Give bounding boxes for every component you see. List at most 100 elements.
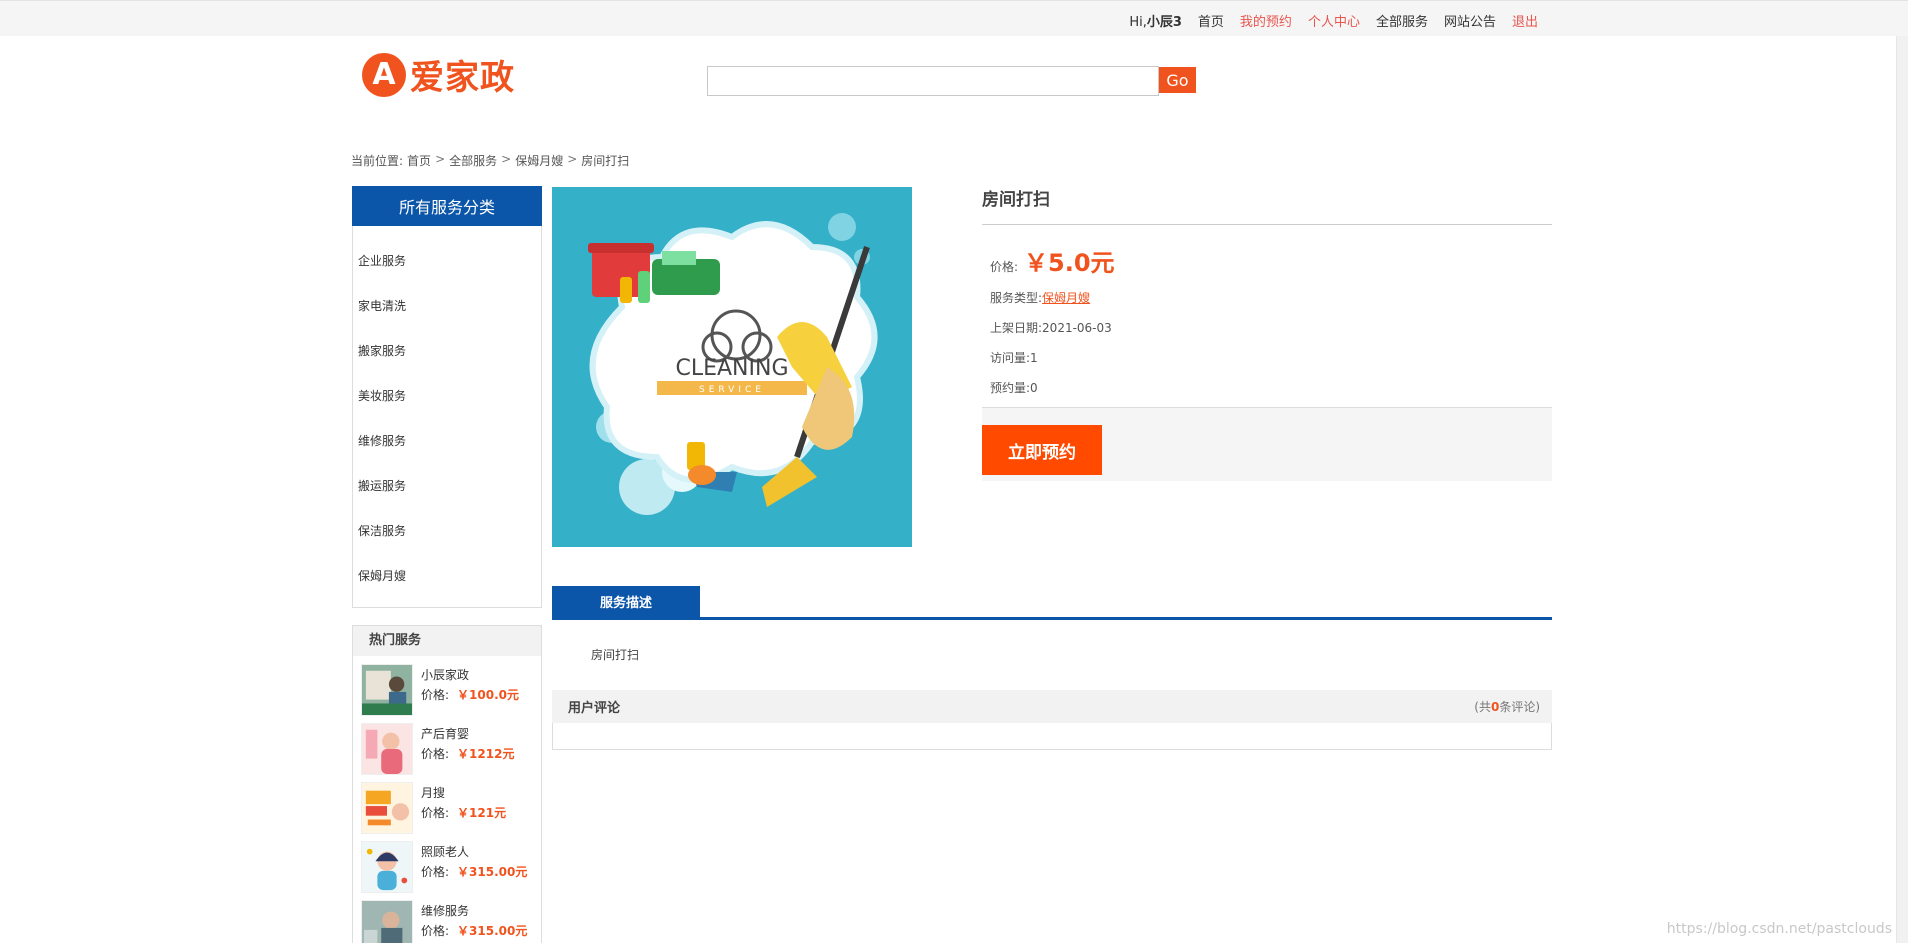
category-item[interactable]: 搬运服务 <box>353 477 541 522</box>
reviews-header: 用户评论 (共0条评论) <box>552 690 1552 723</box>
hot-service-price: ￥315.00元 <box>457 865 528 879</box>
hot-service-price: ￥100.0元 <box>457 688 520 702</box>
user-reviews: 用户评论 (共0条评论) <box>552 690 1552 750</box>
hot-services-list: 小辰家政 价格: ￥100.0元 产后育婴 价格: ￥1212元 月搜 价格: ￥12… <box>353 656 541 943</box>
hot-service-item[interactable]: 照顾老人 价格: ￥315.00元 <box>361 841 541 900</box>
detail-tabs: 服务描述 <box>552 586 1552 620</box>
hot-service-item[interactable]: 维修服务 价格: ￥315.00元 <box>361 900 541 943</box>
reviews-count: (共0条评论) <box>1474 700 1540 714</box>
hot-service-info: 照顾老人 价格: ￥315.00元 <box>421 841 527 900</box>
category-item[interactable]: 家电清洗 <box>353 297 541 342</box>
hot-service-price: ￥315.00元 <box>457 924 528 938</box>
hot-service-name[interactable]: 维修服务 <box>421 901 527 921</box>
category-list: 企业服务 家电清洗 搬家服务 美妆服务 维修服务 搬运服务 保洁服务 保姆月嫂 <box>353 226 541 612</box>
bookings-count: 0 <box>1030 381 1038 395</box>
service-type-row: 服务类型:保姆月嫂 <box>990 283 1552 313</box>
listing-date-row: 上架日期:2021-06-03 <box>990 313 1552 343</box>
logo-text: 爱家政 <box>410 58 515 98</box>
service-thumbnail[interactable] <box>361 900 413 943</box>
service-type-link[interactable]: 保姆月嫂 <box>1042 291 1090 305</box>
price-label: 价格: <box>421 688 450 702</box>
greeting: Hi,小辰3 <box>1129 15 1182 30</box>
site-logo[interactable]: A 爱家政 <box>362 50 515 99</box>
product-detail: 房间打扫 价格: ￥5.0元 服务类型:保姆月嫂 上架日期:2021-06-03… <box>982 187 1552 481</box>
bookings-row: 预约量:0 <box>990 373 1552 403</box>
service-thumbnail[interactable] <box>361 723 413 775</box>
breadcrumb: 当前位置: 首页 > 全部服务 > 保姆月嫂 > 房间打扫 <box>351 152 629 169</box>
hot-service-item[interactable]: 月搜 价格: ￥121元 <box>361 782 541 841</box>
listing-date-label: 上架日期: <box>990 321 1043 335</box>
hot-service-name[interactable]: 产后育婴 <box>421 724 514 744</box>
price-label: 价格: <box>421 924 450 938</box>
breadcrumb-all-services[interactable]: 全部服务 <box>449 152 497 169</box>
service-thumbnail[interactable] <box>361 782 413 834</box>
hot-service-name[interactable]: 月搜 <box>421 783 506 803</box>
category-item[interactable]: 保洁服务 <box>353 522 541 567</box>
category-sidebar: 所有服务分类 企业服务 家电清洗 搬家服务 美妆服务 维修服务 搬运服务 保洁服… <box>352 186 542 608</box>
category-item[interactable]: 保姆月嫂 <box>353 567 541 612</box>
nav-all-services-link[interactable]: 全部服务 <box>1376 11 1428 30</box>
service-thumbnail[interactable] <box>361 841 413 893</box>
service-description-text: 房间打扫 <box>591 648 640 662</box>
breadcrumb-current: 房间打扫 <box>581 154 630 168</box>
image-service-text: SERVICE <box>699 385 765 395</box>
search-bar: Go <box>707 66 1196 96</box>
book-now-button[interactable]: 立即预约 <box>982 425 1102 475</box>
hot-service-price: ￥121元 <box>457 806 507 820</box>
search-input[interactable] <box>707 66 1159 96</box>
reviews-list <box>552 723 1552 750</box>
hot-service-info: 月搜 价格: ￥121元 <box>421 782 506 841</box>
price-label: 价格: <box>990 260 1019 274</box>
hot-service-price: ￥1212元 <box>457 747 515 761</box>
hot-services-title: 热门服务 <box>353 626 541 656</box>
category-item[interactable]: 美妆服务 <box>353 387 541 432</box>
search-go-button[interactable]: Go <box>1159 67 1196 93</box>
service-type-label: 服务类型: <box>990 291 1043 305</box>
watermark-text: https://blog.csdn.net/pastclouds <box>1666 921 1892 937</box>
nav-logout-link[interactable]: 退出 <box>1512 11 1538 30</box>
reviews-title: 用户评论 <box>568 701 621 716</box>
order-area: 立即预约 <box>982 407 1552 481</box>
breadcrumb-separator: > <box>501 152 512 166</box>
hot-service-info: 小辰家政 价格: ￥100.0元 <box>421 664 519 723</box>
breadcrumb-category[interactable]: 保姆月嫂 <box>515 152 563 169</box>
nav-my-bookings-link[interactable]: 我的预约 <box>1240 11 1292 30</box>
category-item[interactable]: 搬家服务 <box>353 342 541 387</box>
hot-services: 热门服务 小辰家政 价格: ￥100.0元 产后育婴 价格: ￥1212元 月搜 价… <box>352 625 542 943</box>
breadcrumb-separator: > <box>435 152 446 166</box>
category-item[interactable]: 维修服务 <box>353 432 541 477</box>
page-scrollbar[interactable] <box>1896 36 1908 943</box>
breadcrumb-home[interactable]: 首页 <box>407 152 431 169</box>
product-title: 房间打扫 <box>982 187 1552 225</box>
logo-mark: A <box>362 52 406 97</box>
price-label: 价格: <box>421 806 450 820</box>
views-label: 访问量: <box>990 351 1031 365</box>
nav-profile-link[interactable]: 个人中心 <box>1308 11 1360 30</box>
views-row: 访问量:1 <box>990 343 1552 373</box>
bookings-label: 预约量: <box>990 381 1031 395</box>
tab-service-description[interactable]: 服务描述 <box>552 586 700 617</box>
hot-service-item[interactable]: 产后育婴 价格: ￥1212元 <box>361 723 541 782</box>
product-image: CLEANING SERVICE <box>552 187 912 547</box>
top-bar: Hi,小辰3 首页 我的预约 个人中心 全部服务 网站公告 退出 <box>0 0 1908 36</box>
category-title: 所有服务分类 <box>352 186 542 226</box>
breadcrumb-separator: > <box>567 152 578 166</box>
product-price: ￥5.0元 <box>1024 249 1115 277</box>
image-cleaning-text: CLEANING <box>675 356 788 381</box>
hot-service-item[interactable]: 小辰家政 价格: ￥100.0元 <box>361 664 541 723</box>
price-row: 价格: ￥5.0元 <box>990 243 1552 283</box>
hot-service-name[interactable]: 小辰家政 <box>421 665 519 685</box>
hot-service-info: 维修服务 价格: ￥315.00元 <box>421 900 527 943</box>
breadcrumb-prefix: 当前位置: <box>351 154 404 168</box>
hot-service-name[interactable]: 照顾老人 <box>421 842 527 862</box>
nav-home-link[interactable]: 首页 <box>1198 11 1224 30</box>
category-item[interactable]: 企业服务 <box>353 252 541 297</box>
listing-date: 2021-06-03 <box>1042 321 1112 335</box>
nav-announcements-link[interactable]: 网站公告 <box>1444 11 1496 30</box>
top-nav: Hi,小辰3 首页 我的预约 个人中心 全部服务 网站公告 退出 <box>1129 11 1538 30</box>
price-label: 价格: <box>421 865 450 879</box>
username: 小辰3 <box>1146 15 1182 30</box>
price-label: 价格: <box>421 747 450 761</box>
views-count: 1 <box>1030 351 1038 365</box>
service-thumbnail[interactable] <box>361 664 413 716</box>
